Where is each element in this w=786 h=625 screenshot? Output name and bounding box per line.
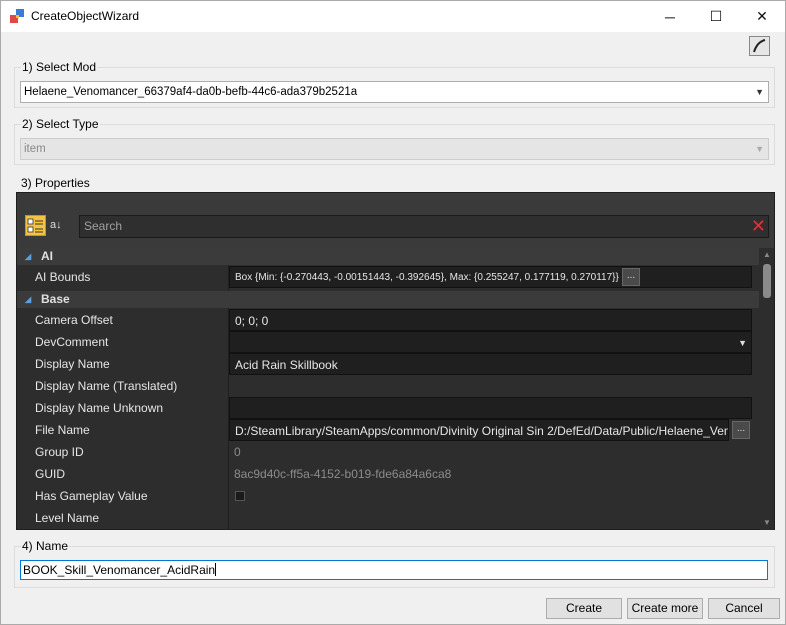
guid-value: 8ac9d40c-ff5a-4152-b019-fde6a84a6ca8	[229, 463, 752, 485]
property-name: Display Name Unknown	[35, 401, 164, 415]
display-name-translated-value	[229, 375, 752, 397]
create-button[interactable]: Create	[546, 598, 622, 619]
category-base[interactable]: ◢ Base	[17, 291, 759, 308]
categorized-icon	[27, 218, 43, 233]
pen-icon	[753, 39, 766, 53]
ai-bounds-edit-button[interactable]: ...	[622, 268, 640, 286]
file-name-text: D:/SteamLibrary/SteamApps/common/Divinit…	[235, 424, 729, 438]
object-name-value: BOOK_Skill_Venomancer_AcidRain	[23, 563, 216, 577]
name-label: 4) Name	[21, 539, 70, 553]
category-base-label: Base	[41, 292, 70, 306]
maximize-button[interactable]: ☐	[693, 1, 739, 32]
group-id-value: 0	[229, 441, 752, 463]
property-name: Camera Offset	[35, 313, 113, 327]
type-select: item ▼	[20, 138, 769, 160]
chevron-down-icon[interactable]: ▼	[738, 332, 747, 354]
collapse-icon: ◢	[25, 252, 32, 261]
camera-offset-text: 0; 0; 0	[235, 314, 269, 328]
property-name: Group ID	[35, 445, 84, 459]
camera-offset-value[interactable]: 0; 0; 0	[229, 309, 752, 331]
ai-bounds-value[interactable]: Box {Min: {-0.270443, -0.00151443, -0.39…	[229, 266, 752, 288]
property-grid-scrollbar[interactable]: ▲ ▼	[760, 248, 774, 530]
property-row-level-name[interactable]: Level Name	[17, 507, 759, 529]
clear-search-icon[interactable]: ✕	[751, 215, 766, 237]
has-gameplay-value-checkbox[interactable]	[235, 491, 245, 501]
scroll-down-icon[interactable]: ▼	[760, 516, 774, 530]
create-object-wizard-window: CreateObjectWizard ─ ☐ ✕ 1) Select Mod H…	[0, 0, 786, 625]
level-name-value	[229, 507, 752, 529]
text-caret	[215, 563, 217, 576]
property-name: GUID	[35, 467, 65, 481]
property-row-group-id[interactable]: Group ID 0	[17, 441, 759, 463]
mod-select-value: Helaene_Venomancer_66379af4-da0b-befb-44…	[24, 86, 358, 98]
select-type-label: 2) Select Type	[21, 117, 100, 131]
chevron-down-icon: ▼	[755, 87, 764, 97]
guid-text: 8ac9d40c-ff5a-4152-b019-fde6a84a6ca8	[234, 467, 452, 481]
type-select-value: item	[24, 143, 46, 155]
categorized-view-button[interactable]	[25, 215, 46, 236]
chevron-down-icon: ▼	[755, 144, 764, 154]
property-name: AI Bounds	[35, 270, 91, 284]
property-grid: a↓ Search ✕ ◢ AI AI Bounds Box {Min: {-0…	[16, 192, 775, 530]
property-rows: ◢ AI AI Bounds Box {Min: {-0.270443, -0.…	[17, 248, 759, 530]
property-row-ai-bounds[interactable]: AI Bounds Box {Min: {-0.270443, -0.00151…	[17, 266, 759, 288]
properties-label: 3) Properties	[20, 176, 91, 190]
object-name-input[interactable]: BOOK_Skill_Venomancer_AcidRain	[20, 560, 768, 580]
select-mod-label: 1) Select Mod	[21, 60, 98, 74]
property-row-display-name-unknown[interactable]: Display Name Unknown	[17, 397, 759, 419]
property-search-placeholder: Search	[84, 219, 123, 233]
property-row-devcomment[interactable]: DevComment ▼	[17, 331, 759, 353]
property-name: Display Name	[35, 357, 110, 371]
has-gameplay-value	[229, 485, 752, 507]
property-row-camera-offset[interactable]: Camera Offset 0; 0; 0	[17, 309, 759, 331]
file-name-browse-button[interactable]: ...	[732, 421, 750, 439]
property-grid-toolbar: a↓ Search ✕	[17, 193, 774, 248]
display-name-value[interactable]: Acid Rain Skillbook	[229, 353, 752, 375]
group-id-text: 0	[234, 445, 241, 459]
alphabetical-sort-button[interactable]: a↓	[50, 215, 68, 236]
scroll-thumb[interactable]	[763, 264, 771, 298]
property-row-file-name[interactable]: File Name D:/SteamLibrary/SteamApps/comm…	[17, 419, 759, 441]
collapse-icon: ◢	[25, 295, 32, 304]
property-row-has-gameplay-value[interactable]: Has Gameplay Value	[17, 485, 759, 507]
mod-select[interactable]: Helaene_Venomancer_66379af4-da0b-befb-44…	[20, 81, 769, 103]
window-title: CreateObjectWizard	[31, 9, 140, 23]
cancel-button[interactable]: Cancel	[708, 598, 780, 619]
ai-bounds-text: Box {Min: {-0.270443, -0.00151443, -0.39…	[235, 272, 619, 283]
minimize-button[interactable]: ─	[647, 1, 693, 32]
property-row-guid[interactable]: GUID 8ac9d40c-ff5a-4152-b019-fde6a84a6ca…	[17, 463, 759, 485]
edit-tool-button[interactable]	[749, 36, 770, 56]
property-name: Display Name (Translated)	[35, 379, 178, 393]
property-name: Level Name	[35, 511, 100, 525]
property-name: DevComment	[35, 335, 109, 349]
create-more-button[interactable]: Create more	[627, 598, 703, 619]
display-name-text: Acid Rain Skillbook	[235, 358, 338, 372]
property-name: File Name	[35, 423, 90, 437]
scroll-up-icon[interactable]: ▲	[760, 248, 774, 262]
app-window-icon	[10, 9, 24, 23]
category-ai-label: AI	[41, 249, 53, 263]
property-row-display-name[interactable]: Display Name Acid Rain Skillbook	[17, 353, 759, 375]
property-name: Has Gameplay Value	[35, 489, 148, 503]
file-name-value[interactable]: D:/SteamLibrary/SteamApps/common/Divinit…	[229, 419, 729, 441]
property-row-display-name-translated[interactable]: Display Name (Translated)	[17, 375, 759, 397]
devcomment-value[interactable]: ▼	[229, 331, 752, 353]
display-name-unknown-value[interactable]	[229, 397, 752, 419]
close-button[interactable]: ✕	[739, 1, 785, 32]
category-ai[interactable]: ◢ AI	[17, 248, 759, 265]
property-search-input[interactable]: Search ✕	[79, 215, 769, 238]
title-bar: CreateObjectWizard ─ ☐ ✕	[1, 1, 785, 32]
